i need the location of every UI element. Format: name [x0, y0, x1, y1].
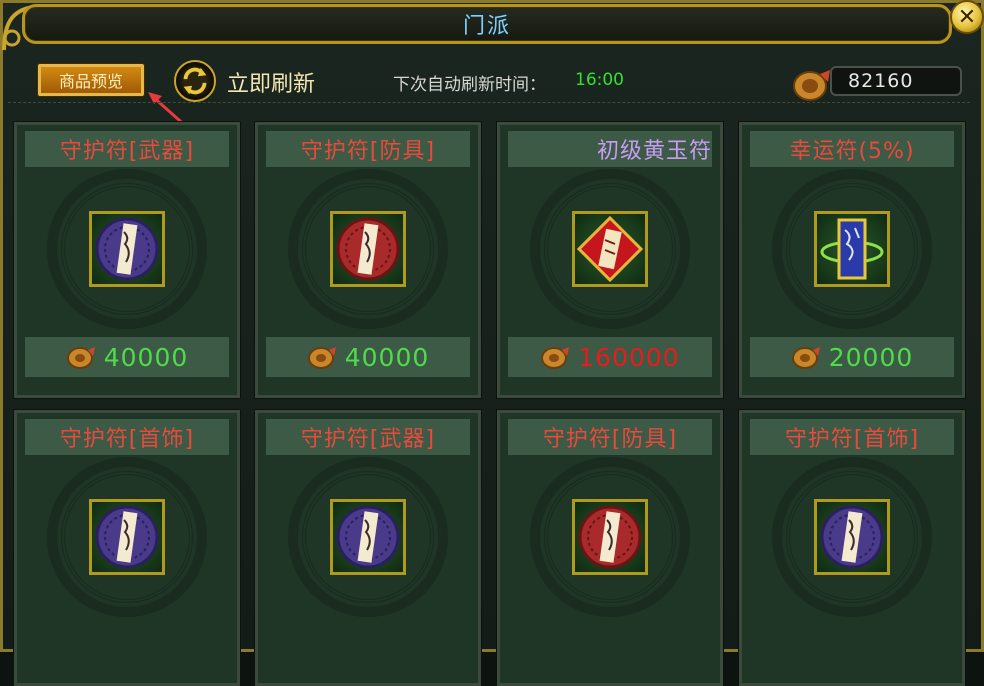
item-display	[266, 167, 470, 335]
coin-icon	[307, 347, 336, 369]
purple-talisman-icon[interactable]	[89, 211, 165, 287]
refresh-button[interactable]	[174, 60, 216, 102]
item-name: 守护符[防具]	[266, 131, 470, 167]
refresh-label[interactable]: 立即刷新	[227, 66, 315, 98]
item-card[interactable]: 幸运符(5%) 20000	[739, 122, 965, 398]
window-title: 门派	[462, 14, 511, 39]
currency-amount: 82160	[830, 66, 962, 96]
item-display	[266, 455, 470, 623]
close-icon: ✕	[957, 4, 977, 30]
currency-icon	[793, 70, 830, 101]
item-card[interactable]: 守护符[防具] 40000	[255, 122, 481, 398]
coin-icon	[791, 347, 820, 369]
item-card[interactable]: 守护符[首饰]	[14, 410, 240, 686]
auto-refresh-label: 下次自动刷新时间：	[393, 75, 546, 95]
item-card[interactable]: 守护符[武器]	[255, 410, 481, 686]
item-price: 160000	[578, 342, 680, 372]
refresh-icon	[183, 67, 207, 95]
item-price: 20000	[828, 342, 914, 372]
item-name: 守护符[首饰]	[25, 419, 229, 455]
item-name: 守护符[武器]	[266, 419, 470, 455]
preview-button[interactable]: 商品预览	[38, 64, 144, 96]
divider	[8, 102, 970, 103]
close-button[interactable]: ✕	[950, 0, 984, 34]
item-name: 初级黄玉符	[508, 131, 712, 167]
price-row: 40000	[266, 337, 470, 377]
item-card[interactable]: 初级黄玉符 160000	[497, 122, 723, 398]
price-row: 40000	[25, 337, 229, 377]
red-talisman-icon[interactable]	[330, 211, 406, 287]
purple-talisman-icon[interactable]	[330, 499, 406, 575]
item-card[interactable]: 守护符[首饰]	[739, 410, 965, 686]
red-talisman-icon[interactable]	[572, 499, 648, 575]
item-display	[750, 167, 954, 335]
item-display	[25, 167, 229, 335]
title-bar: 门派	[22, 4, 952, 44]
item-card[interactable]: 守护符[防具]	[497, 410, 723, 686]
purple-talisman-icon[interactable]	[814, 499, 890, 575]
item-card[interactable]: 守护符[武器] 40000	[14, 122, 240, 398]
item-price: 40000	[103, 342, 189, 372]
item-display	[508, 455, 712, 623]
item-price: 40000	[344, 342, 430, 372]
blue-scroll-icon[interactable]	[814, 211, 890, 287]
coin-icon	[541, 347, 570, 369]
auto-refresh-time: 16:00	[575, 70, 624, 90]
topaz-talisman-icon[interactable]	[572, 211, 648, 287]
price-row: 20000	[750, 337, 954, 377]
item-name: 幸运符(5%)	[750, 131, 954, 167]
price-row: 160000	[508, 337, 712, 377]
purple-talisman-icon[interactable]	[89, 499, 165, 575]
item-display	[508, 167, 712, 335]
coin-icon	[66, 347, 95, 369]
item-display	[25, 455, 229, 623]
item-name: 守护符[防具]	[508, 419, 712, 455]
toolbar: 商品预览 立即刷新 下次自动刷新时间： 16:00 82160	[0, 56, 984, 130]
item-name: 守护符[首饰]	[750, 419, 954, 455]
item-name: 守护符[武器]	[25, 131, 229, 167]
item-display	[750, 455, 954, 623]
